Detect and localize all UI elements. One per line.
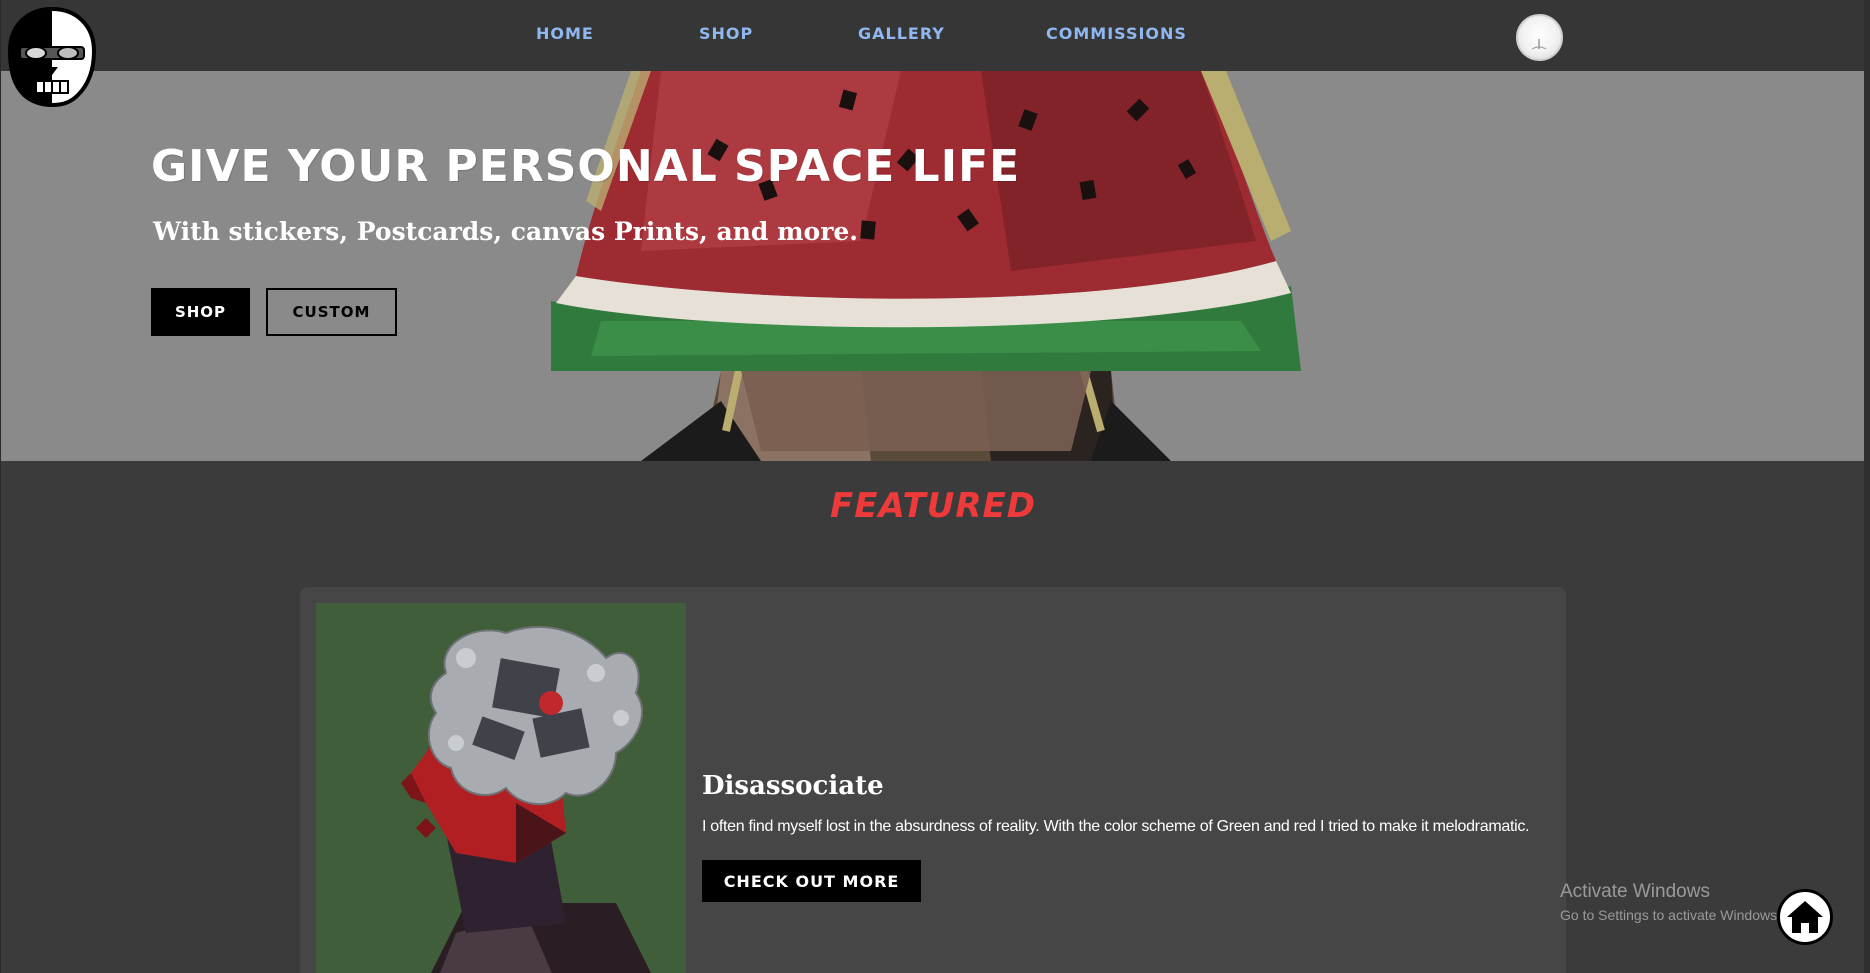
activate-windows-subtitle: Go to Settings to activate Windows. [1560, 907, 1781, 923]
site-logo[interactable] [6, 5, 98, 108]
featured-card: Disassociate I often find myself lost in… [300, 587, 1566, 973]
hero-custom-button[interactable]: CUSTOM [266, 288, 397, 336]
page-scrollbar[interactable] [1864, 0, 1870, 973]
page: HOME SHOP GALLERY COMMISSIONS GIVE YOUR … [0, 0, 1870, 973]
featured-card-title: Disassociate [702, 771, 884, 801]
home-fab-button[interactable] [1777, 889, 1833, 945]
hero-title: GIVE YOUR PERSONAL SPACE LIFE [151, 141, 1021, 192]
activate-windows-title: Activate Windows [1560, 881, 1710, 902]
hero-banner: GIVE YOUR PERSONAL SPACE LIFE With stick… [1, 71, 1865, 461]
featured-heading: FEATURED [830, 486, 1036, 526]
hero-watermelon-hat-illustration [551, 71, 1301, 461]
activate-windows-watermark: Activate Windows Go to Settings to activ… [1560, 881, 1781, 923]
nav-gallery-link[interactable]: GALLERY [858, 24, 945, 43]
featured-artwork-image[interactable] [316, 603, 686, 973]
home-icon [1787, 901, 1823, 933]
check-out-more-button[interactable]: CHECK OUT MORE [702, 860, 921, 902]
hero-subtitle: With stickers, Postcards, canvas Prints,… [153, 217, 859, 246]
avatar-figure-icon [1531, 39, 1547, 50]
nav-commissions-link[interactable]: COMMISSIONS [1046, 24, 1187, 43]
profile-avatar[interactable] [1516, 14, 1563, 61]
navbar: HOME SHOP GALLERY COMMISSIONS [1, 0, 1865, 71]
hero-shop-button[interactable]: SHOP [151, 288, 250, 336]
nav-shop-link[interactable]: SHOP [699, 24, 753, 43]
featured-card-description: I often find myself lost in the absurdne… [702, 818, 1530, 835]
nav-home-link[interactable]: HOME [536, 24, 594, 43]
